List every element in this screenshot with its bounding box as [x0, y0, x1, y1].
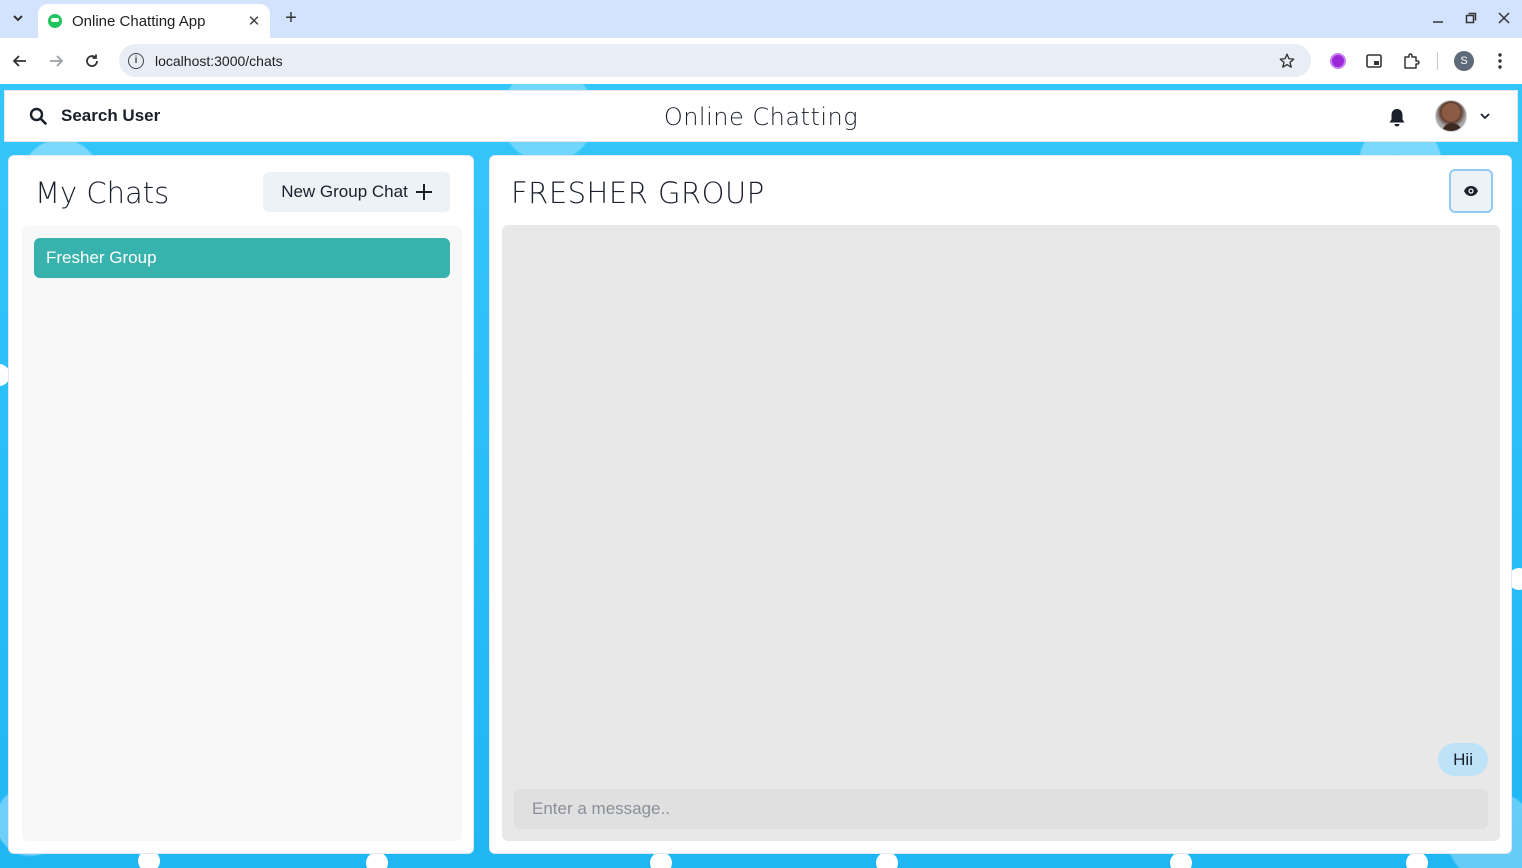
picture-in-picture-icon[interactable]	[1363, 50, 1385, 72]
message-input[interactable]	[514, 789, 1488, 829]
address-bar[interactable]: i localhost:3000/chats	[119, 44, 1311, 77]
close-window-icon[interactable]	[1494, 8, 1514, 28]
background-bubble	[366, 852, 388, 868]
profile-avatar-button[interactable]: S	[1453, 50, 1475, 72]
extensions-puzzle-icon[interactable]	[1400, 50, 1422, 72]
background-bubble	[876, 852, 898, 868]
app-title: Online Chatting	[663, 103, 859, 131]
forward-arrow-icon[interactable]	[44, 49, 68, 73]
app-header: Search User Online Chatting	[4, 90, 1518, 142]
tab-close-icon[interactable]: ✕	[244, 11, 264, 31]
chat-panel: FRESHER GROUP Hii	[489, 155, 1512, 854]
my-chats-panel: My Chats New Group Chat Fresher Group	[8, 155, 474, 854]
message-bubble: Hii	[1438, 743, 1488, 776]
avatar	[1435, 100, 1467, 132]
chevron-down-icon	[1479, 110, 1491, 122]
tab-list-chevron-icon[interactable]	[6, 6, 30, 30]
notification-bell-icon[interactable]	[1385, 106, 1409, 130]
new-group-chat-label: New Group Chat	[281, 182, 408, 201]
url-text[interactable]: localhost:3000/chats	[155, 53, 1276, 69]
chat-list: Fresher Group	[22, 226, 462, 841]
chat-list-item[interactable]: Fresher Group	[34, 238, 450, 278]
user-menu-button[interactable]	[1435, 100, 1491, 132]
back-arrow-icon[interactable]	[8, 49, 32, 73]
new-tab-plus-icon[interactable]: +	[280, 7, 302, 29]
restore-icon[interactable]	[1461, 8, 1481, 28]
browser-tab[interactable]: Online Chatting App ✕	[38, 4, 270, 38]
site-info-icon[interactable]: i	[128, 52, 144, 69]
extension-purple-icon[interactable]	[1327, 50, 1349, 72]
browser-toolbar: i localhost:3000/chats S	[0, 38, 1522, 84]
new-group-chat-button[interactable]: New Group Chat	[263, 172, 450, 212]
browser-menu-kebab-icon[interactable]	[1489, 50, 1511, 72]
toolbar-divider	[1437, 52, 1438, 70]
plus-icon	[415, 184, 432, 200]
app-favicon-icon	[48, 14, 62, 28]
eye-icon	[1464, 186, 1478, 196]
reload-icon[interactable]	[80, 49, 104, 73]
message-area: Hii	[502, 225, 1500, 841]
page-viewport: Search User Online Chatting My Chats New…	[0, 84, 1522, 868]
my-chats-title: My Chats	[35, 176, 170, 210]
chat-title: FRESHER GROUP	[511, 176, 765, 210]
tab-title: Online Chatting App	[72, 12, 206, 30]
view-group-details-button[interactable]	[1449, 169, 1493, 213]
browser-tab-bar: Online Chatting App ✕ +	[0, 0, 1522, 38]
profile-initial: S	[1454, 51, 1474, 71]
minimize-icon[interactable]	[1428, 8, 1448, 28]
background-bubble	[650, 852, 672, 868]
bookmark-star-icon[interactable]	[1276, 50, 1298, 72]
background-bubble	[1406, 852, 1428, 868]
background-bubble	[1170, 852, 1192, 868]
